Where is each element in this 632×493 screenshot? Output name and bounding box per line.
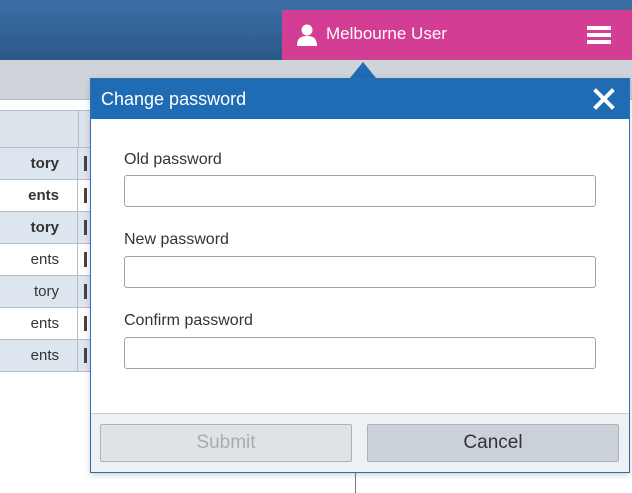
table-cell-text: ents — [30, 251, 59, 268]
user-menu[interactable]: Melbourne User — [282, 10, 632, 60]
user-icon — [297, 24, 317, 46]
table-cell-text: tory — [30, 219, 59, 236]
new-password-input[interactable] — [124, 256, 596, 288]
user-name: Melbourne User — [326, 24, 447, 43]
table-cell: tory — [0, 148, 78, 179]
table-row[interactable]: ents — [0, 244, 100, 276]
table-row[interactable]: ents — [0, 340, 100, 372]
table-cell-truncated — [84, 316, 87, 331]
top-bar: Melbourne User — [0, 0, 632, 60]
table-cell: ents — [0, 180, 78, 211]
table-cell-text: ents — [28, 187, 59, 204]
table-cell-text: ents — [30, 347, 59, 364]
old-password-input[interactable] — [124, 175, 596, 207]
table-cell-truncated — [84, 348, 87, 363]
table-cell-text: ents — [30, 315, 59, 332]
table-cell-truncated — [84, 252, 87, 267]
dialog-footer: Submit Cancel — [91, 413, 629, 472]
confirm-password-label: Confirm password — [124, 312, 253, 329]
table-cell-text: tory — [33, 283, 59, 300]
table-row[interactable]: tory — [0, 212, 100, 244]
column-divider — [78, 111, 79, 149]
divider-line — [355, 470, 356, 493]
table-cell: ents — [0, 340, 78, 371]
old-password-label: Old password — [124, 151, 222, 168]
change-password-dialog: Change password Old password New passwor… — [90, 78, 630, 473]
dialog-pointer — [350, 62, 376, 78]
table-cell-truncated — [84, 284, 87, 299]
table-header — [0, 110, 100, 149]
new-password-label: New password — [124, 231, 229, 248]
confirm-password-input[interactable] — [124, 337, 596, 369]
table-row[interactable]: tory — [0, 276, 100, 308]
close-icon[interactable] — [593, 88, 615, 110]
table-cell: tory — [0, 212, 78, 243]
table-cell: ents — [0, 308, 78, 339]
table-cell-truncated — [84, 188, 87, 203]
table-cell: ents — [0, 244, 78, 275]
dialog-header: Change password — [91, 79, 629, 119]
hamburger-menu-icon[interactable] — [587, 25, 611, 45]
table-row[interactable]: ents — [0, 180, 100, 212]
table-cell-truncated — [84, 220, 87, 235]
table-row[interactable]: tory — [0, 148, 100, 180]
dialog-title: Change password — [101, 89, 247, 109]
table-cell-truncated — [84, 156, 87, 171]
submit-button[interactable]: Submit — [100, 424, 352, 462]
table-row[interactable]: ents — [0, 308, 100, 340]
table-cell-text: tory — [30, 155, 59, 172]
cancel-button[interactable]: Cancel — [367, 424, 619, 462]
table-cell: tory — [0, 276, 78, 307]
app-root: Melbourne User tory ents tory ents tory ents e… — [0, 0, 632, 493]
